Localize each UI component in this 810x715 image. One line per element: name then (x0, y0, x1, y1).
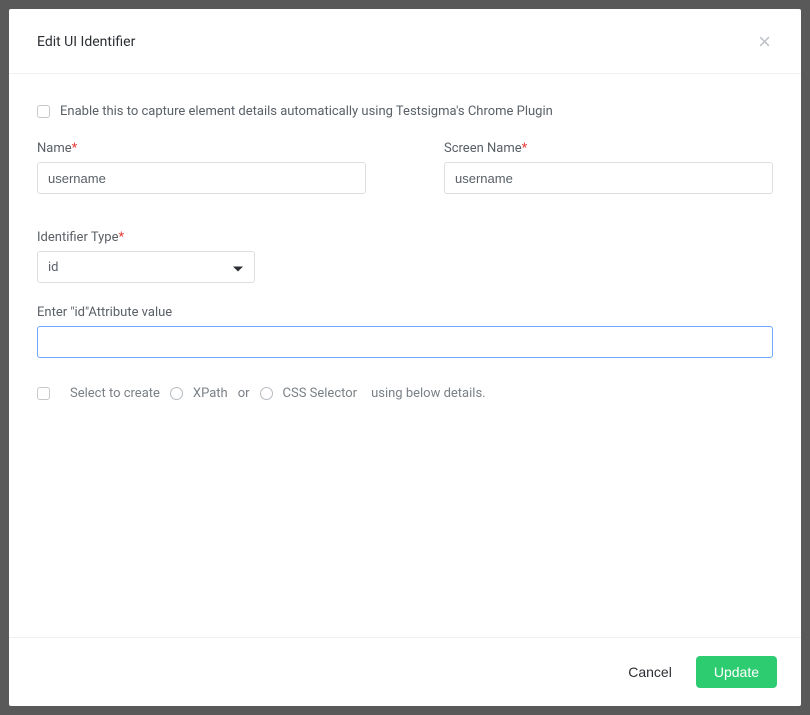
update-button[interactable]: Update (696, 656, 777, 688)
name-input[interactable] (37, 162, 366, 194)
screen-name-label-text: Screen Name (444, 141, 522, 156)
close-icon: × (758, 29, 771, 54)
cancel-button[interactable]: Cancel (620, 658, 680, 686)
edit-ui-identifier-modal: Edit UI Identifier × Enable this to capt… (9, 9, 801, 706)
enable-capture-row: Enable this to capture element details a… (37, 104, 773, 119)
required-asterisk: * (72, 141, 78, 156)
xpath-label: XPath (193, 386, 228, 401)
enable-capture-label[interactable]: Enable this to capture element details a… (60, 104, 553, 119)
modal-footer: Cancel Update (9, 637, 801, 706)
screen-name-group: Screen Name* (444, 141, 773, 194)
modal-title: Edit UI Identifier (37, 34, 135, 50)
close-button[interactable]: × (752, 29, 777, 55)
screen-name-label: Screen Name* (444, 141, 773, 156)
identifier-type-label-text: Identifier Type (37, 230, 118, 245)
form-grid: Name* Screen Name* Identifier Type* id (37, 141, 773, 283)
attr-value-label: Enter "id"Attribute value (37, 305, 773, 320)
identifier-type-select-wrap: id (37, 251, 255, 283)
xpath-radio[interactable] (170, 387, 183, 400)
required-asterisk: * (522, 141, 528, 156)
select-to-create-checkbox[interactable] (37, 387, 50, 400)
or-text: or (238, 386, 250, 401)
attr-value-group: Enter "id"Attribute value (37, 305, 773, 358)
attr-value-input[interactable] (37, 326, 773, 358)
identifier-type-value: id (48, 260, 59, 275)
name-label: Name* (37, 141, 366, 156)
modal-header: Edit UI Identifier × (9, 9, 801, 74)
selector-suffix-text: using below details. (371, 386, 486, 401)
name-label-text: Name (37, 141, 72, 156)
select-to-create-label: Select to create (70, 386, 160, 401)
css-selector-radio[interactable] (260, 387, 273, 400)
selector-type-row: Select to create XPath or CSS Selector u… (37, 386, 773, 401)
identifier-type-select[interactable]: id (37, 251, 255, 283)
modal-body: Enable this to capture element details a… (9, 74, 801, 637)
enable-capture-checkbox[interactable] (37, 105, 50, 118)
identifier-type-group: Identifier Type* id (37, 230, 366, 283)
name-group: Name* (37, 141, 366, 194)
identifier-type-label: Identifier Type* (37, 230, 366, 245)
required-asterisk: * (118, 230, 124, 245)
screen-name-input[interactable] (444, 162, 773, 194)
css-selector-label: CSS Selector (283, 386, 358, 401)
